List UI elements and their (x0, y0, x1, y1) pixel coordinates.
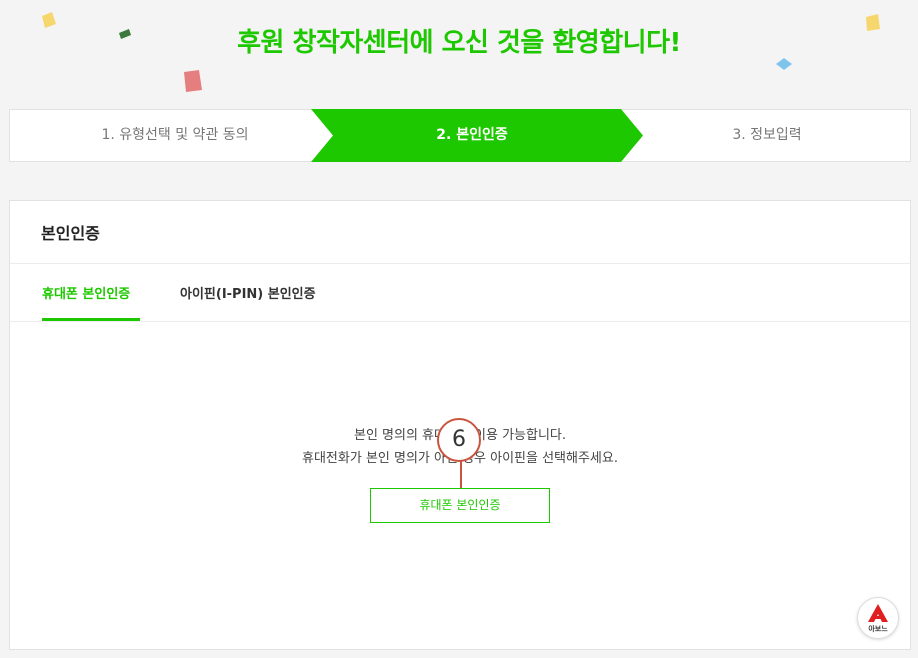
active-tab-underline (42, 318, 140, 321)
step-1-type-terms: 1. 유형선택 및 약관 동의 (101, 127, 249, 143)
tab-phone-verification[interactable]: 휴대폰 본인인증 (42, 264, 130, 321)
panel-title: 본인인증 (10, 201, 910, 264)
confetti-blue-piece (776, 58, 792, 70)
a-logo-icon (868, 604, 888, 622)
callout-pointer-line (460, 458, 462, 488)
page-title: 후원 창작자센터에 오신 것을 환영합니다! (237, 28, 681, 58)
phone-verification-button[interactable]: 휴대폰 본인인증 (370, 488, 550, 523)
confetti-red-piece (184, 70, 202, 92)
floating-logo-label: 아보느 (868, 625, 888, 633)
step-2-identity: 2. 본인인증 (436, 127, 508, 143)
step-3-info: 3. 정보입력 (732, 127, 802, 143)
verification-tabs: 휴대폰 본인인증 아이핀(I-PIN) 본인인증 (10, 264, 910, 322)
callout-marker: 6 (437, 418, 481, 462)
step-progress: 1. 유형선택 및 약관 동의 2. 본인인증 3. 정보입력 (9, 109, 911, 162)
tab-ipin-verification[interactable]: 아이핀(I-PIN) 본인인증 (180, 264, 316, 321)
floating-logo-button[interactable]: 아보느 (857, 597, 899, 639)
